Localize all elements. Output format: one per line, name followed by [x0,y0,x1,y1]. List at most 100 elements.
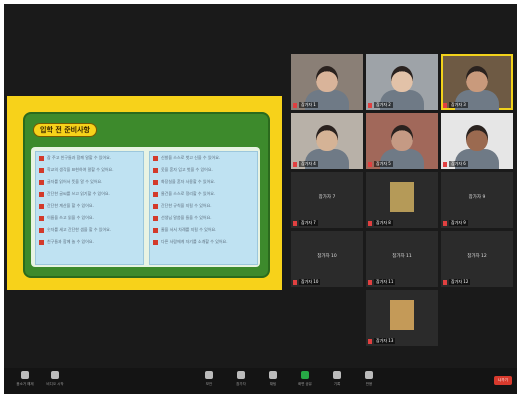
participant-name: 참가자 6 [449,161,468,167]
checklist-item: 신발을 스스로 벗고 신을 수 있어요. [150,152,257,164]
toolbar-button-label: 음소거 해제 [16,382,34,386]
bullet-icon [39,239,44,245]
bullet-icon [153,239,158,245]
video-button[interactable]: 비디오 시작 [40,371,70,391]
bullet-icon [153,179,158,185]
participant-name: 참가자 4 [299,161,318,167]
bullet-icon [153,215,158,221]
bullet-icon [153,167,158,173]
checklist-item: 화장실을 혼자 사용할 수 있어요. [150,176,257,188]
participant-face [466,66,488,92]
mic-muted-icon [293,280,297,285]
checklist-item-text: 친구들과 함께 놀 수 있어요. [47,239,94,244]
participant-tile[interactable]: 참가자 6 [441,113,513,169]
bullet-icon [153,191,158,197]
bullet-icon [153,155,158,161]
participant-display-name: 참가자 9 [468,195,486,200]
checklist-item: 간단한 규칙을 지킬 수 있어요. [150,200,257,212]
checklist-item-text: 간단한 글씨를 쓰고 읽기할 수 있어요. [47,191,110,196]
mic-muted-icon [368,103,372,108]
checklist-item: 간단한 글씨를 쓰고 읽기할 수 있어요. [36,188,143,200]
toolbar-button-label: 참가자 [236,382,246,386]
checklist-item-text: 옷을 혼자 입고 벗을 수 있어요. [161,167,213,172]
bullet-icon [39,155,44,161]
checklist-item-text: 물건을 스스로 정리할 수 있어요. [161,191,216,196]
mic-muted-icon [293,103,297,108]
profile-picture [390,182,414,212]
participant-tile[interactable]: 참가자 1 [291,54,363,110]
participant-tile[interactable]: 참가자 8 [366,172,438,228]
checklist-item: 잠 주고 친구들과 함께 말할 수 있어요. [36,152,143,164]
checklist-item-text: 잠 주고 친구들과 함께 말할 수 있어요. [47,155,112,160]
participant-name: 참가자 13 [374,338,396,344]
checklist-item: 옷을 혼자 입고 벗을 수 있어요. [150,164,257,176]
checklist-item-text: 이름을 쓰고 읽을 수 있어요. [47,215,94,220]
slide-board: 입학 전 준비사항 잠 주고 친구들과 함께 말할 수 있어요. 학교의 생각을 … [23,112,270,278]
mic-muted-icon [443,103,447,108]
record-icon [333,371,341,379]
participant-tile[interactable]: 참가자 12 참가자 12 [441,231,513,287]
mic-off-icon [21,371,29,379]
participant-name: 참가자 2 [374,102,393,108]
participant-tile[interactable]: 참가자 4 [291,113,363,169]
shared-screen: 입학 전 준비사항 잠 주고 친구들과 함께 말할 수 있어요. 학교의 생각을 … [7,96,282,290]
chat-icon [269,371,277,379]
checklist-right: 신발을 스스로 벗고 신을 수 있어요. 옷을 혼자 입고 벗을 수 있어요. 화장… [149,151,258,265]
participant-tile[interactable]: 참가자 3 [441,54,513,110]
checklist-left: 잠 주고 친구들과 함께 말할 수 있어요. 학교의 생각을 표현하여 말할 수 … [35,151,144,265]
participant-tile[interactable]: 참가자 11 참가자 11 [366,231,438,287]
participant-tile[interactable]: 참가자 9 참가자 9 [441,172,513,228]
mic-off-button[interactable]: 음소거 해제 [10,371,40,391]
participant-name: 참가자 3 [449,102,468,108]
participant-name: 참가자 7 [299,220,318,226]
mic-muted-icon [443,162,447,167]
checklist-item: 간단한 계산을 할 수 있어요. [36,200,143,212]
participant-face [391,125,413,151]
shield-icon [205,371,213,379]
record-button[interactable]: 기록 [322,371,352,391]
checklist-item-text: 글자를 읽어서 뜻을 알 수 있어요. [47,179,103,184]
mic-muted-icon [443,280,447,285]
participant-name: 참가자 5 [374,161,393,167]
mic-muted-icon [368,280,372,285]
checklist-item-text: 간단한 규칙을 지킬 수 있어요. [161,203,212,208]
bullet-icon [39,203,44,209]
participants-icon [237,371,245,379]
mic-muted-icon [368,162,372,167]
participant-tile[interactable]: 참가자 13 [366,290,438,346]
participant-name: 참가자 11 [374,279,396,285]
slide-title: 입학 전 준비사항 [33,123,97,137]
checklist-item-text: 화장실을 혼자 사용할 수 있어요. [161,179,216,184]
participant-name: 참가자 10 [299,279,321,285]
participant-name: 참가자 8 [374,220,393,226]
bullet-icon [153,203,158,209]
bullet-icon [39,191,44,197]
participant-name: 참가자 9 [449,220,468,226]
participants-button[interactable]: 참가자 [226,371,256,391]
participant-tile[interactable]: 참가자 2 [366,54,438,110]
checklist-item-text: 숫자를 세고 간단한 셈을 할 수 있어요. [47,227,112,232]
reactions-button[interactable]: 반응 [354,371,384,391]
share-screen-button[interactable]: 화면 공유 [290,371,320,391]
participant-face [316,66,338,92]
participant-tile[interactable]: 참가자 5 [366,113,438,169]
toolbar-button-label: 보안 [205,382,213,386]
participant-tile[interactable]: 참가자 10 참가자 10 [291,231,363,287]
chat-button[interactable]: 채팅 [258,371,288,391]
shield-button[interactable]: 보안 [194,371,224,391]
participant-face [316,125,338,151]
participant-display-name: 참가자 10 [317,254,337,259]
leave-button[interactable]: 나가기 [494,376,512,385]
checklist-item-text: 줄을 서서 차례를 지킬 수 있어요. [161,227,217,232]
mic-muted-icon [293,221,297,226]
participant-tile[interactable]: 참가자 7 참가자 7 [291,172,363,228]
participant-name: 참가자 12 [449,279,471,285]
checklist-item-text: 다른 사람에게 자기를 소개할 수 있어요. [161,239,228,244]
bullet-icon [153,227,158,233]
checklist-item: 글자를 읽어서 뜻을 알 수 있어요. [36,176,143,188]
mic-muted-icon [443,221,447,226]
reactions-icon [365,371,373,379]
participant-face [391,66,413,92]
participant-display-name: 참가자 7 [318,195,336,200]
share-screen-icon [301,371,309,379]
